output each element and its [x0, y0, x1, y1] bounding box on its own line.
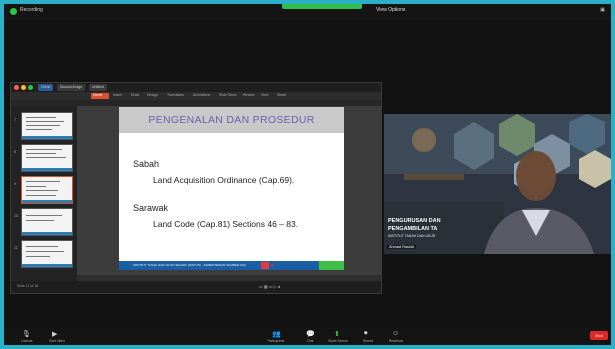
end-meeting-button[interactable]: End [590, 331, 608, 340]
slide-section-sabah: Sabah [133, 159, 160, 169]
mic-icon[interactable]: 🎙 [22, 330, 31, 338]
ribbon-review[interactable]: Review [243, 93, 254, 97]
share-label: Share Screen [328, 339, 348, 343]
zoom-window: Recording View Options ▣ Home Manual Ima… [4, 4, 611, 345]
slide-thumbnail[interactable] [21, 208, 73, 236]
ppt-status-bar: Slide 11 of 18 ▭ ▦ ▭ ▷ ● [11, 281, 381, 293]
participants-label: Participants [267, 339, 285, 343]
recording-indicator-icon [10, 8, 17, 15]
video-background [384, 114, 611, 254]
ppt-tab-untitled[interactable]: Untitled [89, 84, 107, 91]
ribbon-share[interactable]: Share [277, 93, 286, 97]
window-controls-icon[interactable]: ▣ [600, 7, 605, 13]
mic-label: Unmute [21, 339, 33, 343]
slide-thumbnail-selected[interactable] [21, 176, 73, 204]
slide-thumbnail[interactable] [21, 240, 73, 268]
ribbon-slideshow[interactable]: Slide Show [219, 93, 237, 97]
chat-label: Chat [306, 339, 314, 343]
slide-thumbnail-panel: 7 8 9 10 11 [11, 106, 77, 281]
view-options-button[interactable]: View Options [376, 7, 405, 13]
slide-title: PENGENALAN DAN PROSEDUR [148, 114, 315, 126]
maximize-icon[interactable] [28, 85, 33, 90]
share-icon[interactable]: ⬆ [334, 330, 340, 338]
participants-icon[interactable]: 👥 [272, 330, 281, 338]
ribbon-design[interactable]: Design [147, 93, 158, 97]
ribbon-draw[interactable]: Draw [131, 93, 139, 97]
record-icon[interactable]: ⏺ [364, 330, 368, 338]
slide-line-sabah: Land Acquisition Ordinance (Cap.69). [153, 175, 295, 185]
screen-share-banner[interactable] [282, 4, 362, 9]
close-icon[interactable] [14, 85, 19, 90]
recording-label: Recording [20, 7, 43, 13]
shared-presentation-window: Home Manual Image Untitled Home Insert D… [10, 82, 382, 294]
video-banner-line3: INSTITUT TANAH DAN UKUR [388, 234, 436, 238]
video-banner-line2: PENGAMBILAN TA [388, 226, 438, 232]
video-banner-line1: PENGURUSAN DAN [388, 218, 441, 224]
ppt-tab-home[interactable]: Home [38, 84, 54, 91]
ribbon-home[interactable]: Home [93, 93, 102, 97]
chat-icon[interactable]: 💬 [306, 330, 315, 338]
slide-editor: PENGENALAN DAN PROSEDUR Sabah Land Acqui… [77, 106, 381, 281]
zoom-toolbar: 🎙 Unmute ▶ Start Video 👥 Participants 💬 … [4, 327, 611, 345]
slide-section-sarawak: Sarawak [133, 203, 169, 213]
reactions-icon[interactable]: ☺ [392, 330, 399, 337]
video-label: Start Video [49, 339, 65, 343]
screen-frame: Recording View Options ▣ Home Manual Ima… [0, 0, 615, 349]
slide-footer-logo [319, 261, 344, 270]
current-slide[interactable]: PENGENALAN DAN PROSEDUR Sabah Land Acqui… [119, 107, 344, 270]
ppt-title-bar: Home Manual Image Untitled [11, 83, 381, 92]
ribbon-view[interactable]: View [261, 93, 269, 97]
ribbon-insert[interactable]: Insert [113, 93, 122, 97]
zoom-top-bar: Recording View Options ▣ [4, 4, 611, 20]
slide-thumbnail[interactable] [21, 144, 73, 172]
video-icon[interactable]: ▶ [52, 330, 57, 338]
reactions-label: Reactions [388, 339, 404, 343]
record-label: Record [362, 339, 374, 343]
slide-counter: Slide 11 of 18 [17, 284, 39, 288]
slide-line-sarawak: Land Code (Cap.81) Sections 46 – 83. [153, 219, 299, 229]
slide-thumbnail[interactable] [21, 112, 73, 140]
minimize-icon[interactable] [21, 85, 26, 90]
ppt-tab-manual[interactable]: Manual Image [57, 84, 86, 91]
participant-name: Ahmad Rashid [387, 245, 416, 249]
slide-footer: INSTITUT TANAH DAN UKUR NEGARA (INSTUN) … [119, 261, 344, 270]
slide-footer-accent [261, 262, 269, 269]
ribbon-animations[interactable]: Animations [193, 93, 210, 97]
slide-footer-text: INSTITUT TANAH DAN UKUR NEGARA (INSTUN) … [133, 263, 247, 267]
view-mode-icons[interactable]: ▭ ▦ ▭ ▷ ● [259, 284, 280, 289]
speaker-video[interactable]: PENGURUSAN DAN PENGAMBILAN TA INSTITUT T… [384, 114, 611, 254]
ribbon-transitions[interactable]: Transitions [167, 93, 184, 97]
chevron-right-icon: » [270, 262, 274, 269]
